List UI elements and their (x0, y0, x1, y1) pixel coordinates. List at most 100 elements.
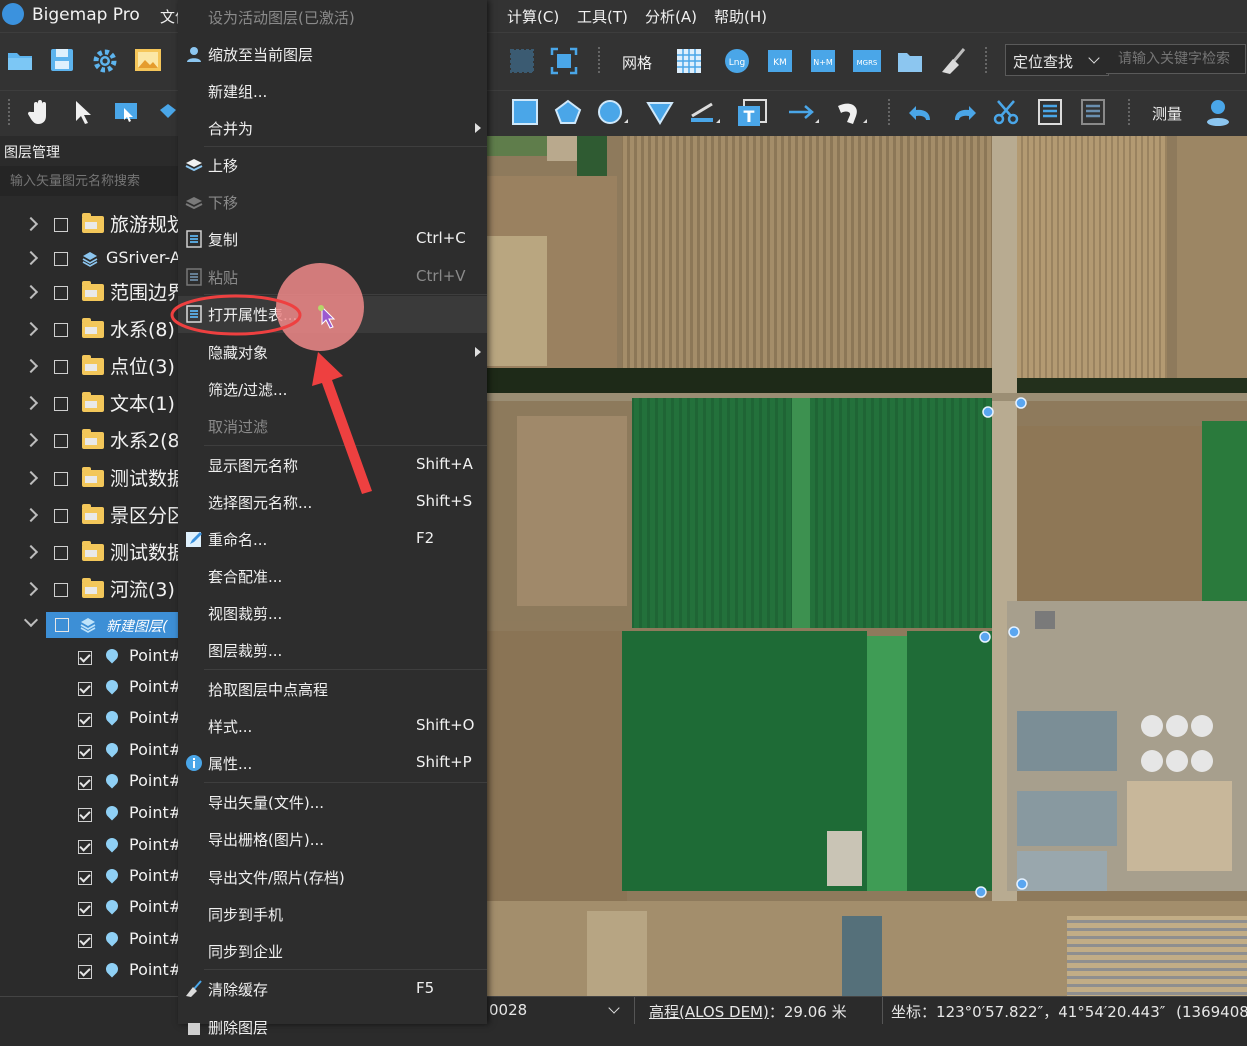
chevron-right-icon[interactable] (23, 544, 39, 560)
layer-group-row[interactable]: 景区分区 (0, 499, 186, 535)
layer-checkbox[interactable] (54, 546, 68, 560)
broom-icon[interactable] (939, 46, 969, 76)
zoom-dropdown-button[interactable] (604, 1000, 624, 1020)
selected-layer-row[interactable]: 新建图层( (46, 612, 180, 638)
chevron-down-icon[interactable] (23, 612, 39, 628)
chevron-right-icon[interactable] (23, 216, 39, 232)
menu-copy[interactable]: 复制 Ctrl+C (178, 221, 487, 258)
elevation-source-link[interactable]: 高程(ALOS DEM) (649, 1003, 769, 1021)
menu-pick-elevation[interactable]: 拾取图层中点高程 (178, 671, 487, 708)
full-extent-icon[interactable] (549, 46, 579, 76)
menu-help[interactable]: 帮助(H) (714, 6, 767, 27)
point-row[interactable]: Point# (0, 736, 182, 767)
point-checkbox[interactable] (78, 776, 92, 790)
chevron-right-icon[interactable] (23, 284, 39, 300)
layer-group-row[interactable]: 测试数据 (0, 536, 186, 572)
select-rect-icon[interactable] (507, 46, 537, 76)
chevron-right-icon[interactable] (23, 581, 39, 597)
rectangle-icon[interactable] (510, 98, 540, 126)
point-checkbox[interactable] (78, 713, 92, 727)
undo-icon[interactable] (906, 98, 936, 126)
menu-move-down[interactable]: 下移 (178, 184, 487, 221)
point-row[interactable]: Point# (0, 704, 182, 735)
layer-group-row[interactable]: 水系(8) (0, 313, 180, 349)
layer-group-row[interactable]: GSriver-AS (0, 242, 191, 278)
point-checkbox[interactable] (78, 745, 92, 759)
image-icon[interactable] (133, 47, 163, 73)
layer-group-row[interactable]: 文本(1) (0, 387, 180, 423)
point-row[interactable]: Point# (0, 673, 182, 704)
menu-zoom-to-layer[interactable]: 缩放至当前图层 (178, 36, 487, 73)
menu-file[interactable]: 文件(F) (160, 6, 178, 27)
menu-view-clip[interactable]: 视图裁剪... (178, 595, 487, 632)
point-row[interactable]: Point# (0, 642, 182, 673)
layer-group-row[interactable]: 水系2(8) (0, 424, 187, 460)
layer-checkbox[interactable] (54, 583, 68, 597)
menu-export-vector[interactable]: 导出矢量(文件)... (178, 784, 487, 821)
settings-gear-icon[interactable] (91, 47, 119, 75)
point-row[interactable]: Point# (0, 956, 182, 987)
layer-checkbox[interactable] (54, 397, 68, 411)
scissors-icon[interactable] (992, 98, 1022, 126)
text-tool-icon[interactable]: T (735, 98, 771, 128)
map-view[interactable] (487, 136, 1247, 996)
keyword-search-input[interactable] (1106, 44, 1246, 74)
menu-layer-clip[interactable]: 图层裁剪... (178, 632, 487, 669)
layer-checkbox[interactable] (54, 360, 68, 374)
point-row[interactable]: Point# (0, 862, 182, 893)
menu-export-raster[interactable]: 导出栅格(图片)... (178, 821, 487, 858)
point-checkbox[interactable] (78, 902, 92, 916)
nm-icon[interactable]: N+M (808, 46, 838, 76)
menu-clear-cache[interactable]: 清除缓存 F5 (178, 971, 487, 1008)
chevron-right-icon[interactable] (23, 395, 39, 411)
point-row[interactable]: Point# (0, 831, 182, 862)
chevron-right-icon[interactable] (23, 321, 39, 337)
arrow-tool-icon[interactable] (785, 98, 821, 126)
chevron-right-icon[interactable] (23, 470, 39, 486)
select-map-icon[interactable] (112, 98, 140, 126)
ellipse-draw-icon[interactable] (645, 98, 675, 126)
menu-tools[interactable]: 工具(T) (577, 6, 628, 27)
menu-merge-as[interactable]: 合并为 (178, 110, 487, 147)
menu-analysis[interactable]: 分析(A) (645, 6, 697, 27)
layer-checkbox[interactable] (54, 434, 68, 448)
layer-checkbox[interactable] (54, 323, 68, 337)
polygon-icon[interactable] (553, 98, 583, 126)
point-checkbox[interactable] (78, 808, 92, 822)
menu-move-up[interactable]: 上移 (178, 147, 487, 184)
point-row[interactable]: Point# (0, 893, 182, 924)
layer-list-icon[interactable] (1078, 98, 1108, 126)
layer-checkbox[interactable] (54, 509, 68, 523)
layer-checkbox[interactable] (55, 618, 69, 632)
point-checkbox[interactable] (78, 840, 92, 854)
location-person-icon[interactable] (1204, 97, 1232, 127)
line-tool-icon[interactable] (688, 98, 722, 126)
redo-icon[interactable] (949, 98, 979, 126)
point-row[interactable]: Point# (0, 925, 182, 956)
layer-checkbox[interactable] (54, 286, 68, 300)
point-checkbox[interactable] (78, 651, 92, 665)
point-checkbox[interactable] (78, 934, 92, 948)
chevron-right-icon[interactable] (23, 358, 39, 374)
layer-group-row[interactable]: 测试数据 (0, 462, 186, 498)
layer-search-input[interactable] (0, 166, 180, 196)
pointer-icon[interactable] (70, 98, 94, 126)
locate-dropdown[interactable]: 定位查找 (1005, 44, 1109, 76)
save-icon[interactable] (48, 46, 76, 74)
menu-rename[interactable]: 重命名... F2 (178, 521, 487, 558)
circle-icon[interactable] (596, 98, 630, 126)
menu-delete-layer[interactable]: 删除图层 (178, 1009, 487, 1046)
point-row[interactable]: Point# (0, 767, 182, 798)
menu-style[interactable]: 样式... Shift+O (178, 708, 487, 745)
km-icon[interactable]: KM (765, 46, 795, 76)
point-checkbox[interactable] (78, 965, 92, 979)
folder-grid-icon[interactable] (895, 46, 925, 76)
point-row[interactable]: Point# (0, 799, 182, 830)
layer-group-row[interactable]: 旅游规划 (0, 208, 186, 244)
curve-tool-icon[interactable] (833, 98, 869, 126)
layer-checkbox[interactable] (54, 252, 68, 266)
menu-export-archive[interactable]: 导出文件/照片(存档) (178, 859, 487, 896)
layer-group-row[interactable]: 河流(3) (0, 573, 180, 609)
pan-hand-icon[interactable] (26, 98, 54, 126)
menu-new-group[interactable]: 新建组... (178, 73, 487, 110)
